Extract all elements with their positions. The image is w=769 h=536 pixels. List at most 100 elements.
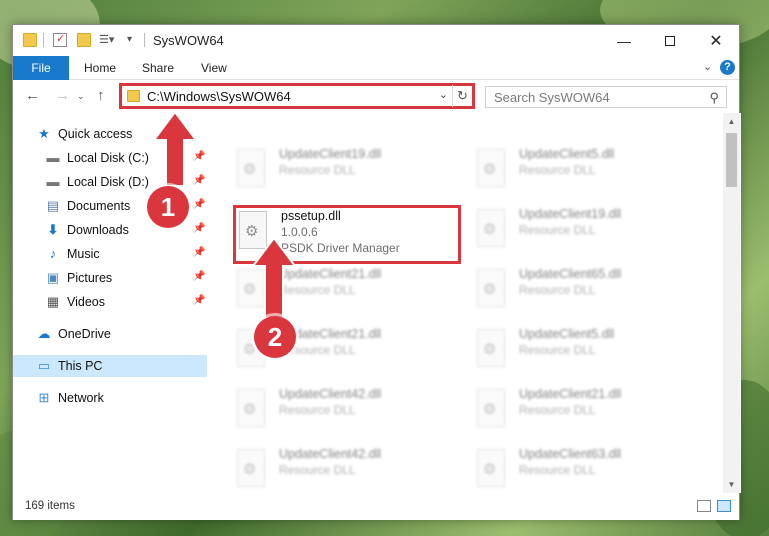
sidebar-item-onedrive[interactable]: ☁ OneDrive	[13, 323, 207, 345]
scroll-thumb[interactable]	[726, 133, 737, 187]
view-options-icon[interactable]: ☰▾	[99, 33, 114, 47]
videos-icon: ▦	[46, 294, 60, 309]
recent-locations-icon[interactable]: ⌄	[77, 91, 85, 102]
item-count: 169 items	[25, 500, 75, 512]
properties-icon[interactable]: ✓	[53, 33, 67, 47]
expand-ribbon-icon[interactable]: ⌄	[703, 60, 712, 73]
dll-file-icon: ⚙	[477, 269, 505, 307]
tab-view[interactable]: View	[201, 56, 227, 80]
file-name: UpdateClient21.dll	[279, 267, 382, 281]
music-icon: ♪	[49, 246, 57, 261]
sidebar-item-music[interactable]: ♪ Music 📌	[13, 243, 207, 265]
sidebar-item-label: OneDrive	[58, 327, 111, 341]
cloud-icon: ☁	[37, 326, 51, 341]
computer-icon: ▭	[37, 358, 51, 373]
list-item[interactable]: ⚙ UpdateClient19.dll Resource DLL	[233, 145, 461, 193]
file-explorer-window: ✓ ☰▾ ▾ SysWOW64 — ✕ File Home Share View…	[12, 24, 741, 520]
refresh-icon[interactable]: ↻	[452, 85, 472, 107]
toolbar-separator	[43, 33, 44, 47]
file-type: Resource DLL	[279, 403, 356, 417]
sidebar-item-this-pc[interactable]: ▭ This PC	[13, 355, 207, 377]
file-name: UpdateClient5.dll	[519, 327, 615, 341]
forward-icon[interactable]: →	[55, 87, 70, 104]
address-bar[interactable]: C:\Windows\SysWOW64 ⌄ ↻	[119, 83, 475, 109]
new-folder-icon[interactable]	[77, 33, 91, 47]
tab-share[interactable]: Share	[142, 56, 174, 80]
scroll-down-icon[interactable]: ▼	[723, 476, 740, 493]
sidebar-item-label: This PC	[58, 359, 103, 373]
search-icon[interactable]: ⚲	[709, 90, 719, 106]
tab-home[interactable]: Home	[84, 56, 116, 80]
gear-icon: ⚙	[483, 461, 497, 478]
up-icon[interactable]: ↑	[97, 87, 105, 104]
dll-file-icon: ⚙	[477, 149, 505, 187]
file-type: Resource DLL	[519, 343, 596, 357]
drive-icon: ▬	[46, 150, 60, 165]
address-path[interactable]: C:\Windows\SysWOW64	[147, 89, 291, 104]
sidebar-item-local-disk-c[interactable]: ▬ Local Disk (C:) 📌	[13, 147, 207, 169]
step-1-badge: 1	[147, 186, 189, 228]
file-name: UpdateClient65.dll	[519, 267, 622, 281]
sidebar-item-pictures[interactable]: ▣ Pictures 📌	[13, 267, 207, 289]
toolbar-separator	[144, 33, 145, 47]
tab-file[interactable]: File	[13, 56, 69, 80]
list-item[interactable]: ⚙ UpdateClient5.dll Resource DLL	[473, 145, 701, 193]
drive-icon: ▬	[46, 174, 60, 189]
file-type: Resource DLL	[519, 403, 596, 417]
sidebar-item-network[interactable]: ⊞ Network	[13, 387, 207, 409]
sidebar-item-label: Pictures	[67, 271, 113, 285]
sidebar-item-quick-access[interactable]: ★ Quick access	[13, 123, 207, 145]
gear-icon: ⚙	[483, 281, 497, 298]
chevron-down-icon[interactable]: ⌄	[439, 88, 448, 101]
sidebar-item-label: Quick access	[58, 127, 133, 141]
highlight-box	[233, 205, 461, 264]
back-icon[interactable]: ←	[25, 87, 40, 104]
dll-file-icon: ⚙	[477, 209, 505, 247]
file-type: Resource DLL	[279, 463, 356, 477]
minimize-button[interactable]: —	[601, 25, 647, 56]
sidebar-item-label: Documents	[67, 199, 131, 213]
list-item[interactable]: ⚙ UpdateClient42.dll Resource DLL	[233, 385, 461, 433]
list-item[interactable]: ⚙ UpdateClient63.dll Resource DLL	[473, 445, 701, 493]
sidebar-item-videos[interactable]: ▦ Videos 📌	[13, 291, 207, 313]
list-item[interactable]: ⚙ UpdateClient5.dll Resource DLL	[473, 325, 701, 373]
pin-icon[interactable]: 📌	[193, 295, 205, 306]
file-name: UpdateClient63.dll	[519, 447, 622, 461]
file-type: Resource DLL	[519, 283, 596, 297]
maximize-button[interactable]	[647, 25, 693, 56]
list-item[interactable]: ⚙ UpdateClient65.dll Resource DLL	[473, 265, 701, 313]
large-icons-view-icon[interactable]	[717, 500, 731, 512]
file-name: UpdateClient19.dll	[519, 207, 622, 221]
pin-icon[interactable]: 📌	[193, 223, 205, 234]
dll-file-icon: ⚙	[237, 389, 265, 427]
help-icon[interactable]: ?	[720, 60, 735, 75]
dll-file-icon: ⚙	[237, 449, 265, 487]
close-button[interactable]: ✕	[693, 25, 739, 56]
vertical-scrollbar[interactable]: ▲ ▼	[723, 113, 740, 493]
gear-icon: ⚙	[243, 401, 257, 418]
dll-file-icon: ⚙	[477, 329, 505, 367]
pin-icon[interactable]: 📌	[193, 151, 205, 162]
list-item[interactable]: ⚙ UpdateClient42.dll Resource DLL	[233, 445, 461, 493]
sidebar-item-label: Videos	[67, 295, 105, 309]
customize-toolbar-icon[interactable]: ▾	[127, 33, 141, 47]
list-item[interactable]: ⚙ UpdateClient21.dll Resource DLL	[473, 385, 701, 433]
gear-icon: ⚙	[483, 221, 497, 238]
file-type: Resource DLL	[279, 163, 356, 177]
search-input[interactable]: Search SysWOW64	[494, 90, 610, 105]
pin-icon[interactable]: 📌	[193, 199, 205, 210]
pin-icon[interactable]: 📌	[193, 175, 205, 186]
scroll-up-icon[interactable]: ▲	[723, 113, 740, 130]
details-view-icon[interactable]	[697, 500, 711, 512]
gear-icon: ⚙	[483, 161, 497, 178]
gear-icon: ⚙	[483, 341, 497, 358]
file-name: UpdateClient42.dll	[279, 447, 382, 461]
list-item[interactable]: ⚙ UpdateClient21.dll Resource DLL	[233, 265, 461, 313]
search-box[interactable]: Search SysWOW64 ⚲	[485, 86, 727, 108]
pin-icon[interactable]: 📌	[193, 247, 205, 258]
list-item[interactable]: ⚙ UpdateClient19.dll Resource DLL	[473, 205, 701, 253]
title-bar: ✓ ☰▾ ▾ SysWOW64 — ✕	[13, 25, 739, 56]
navigation-bar: ← → ⌄ ↑ C:\Windows\SysWOW64 ⌄ ↻ Search S…	[13, 81, 739, 113]
file-type: Resource DLL	[519, 223, 596, 237]
pin-icon[interactable]: 📌	[193, 271, 205, 282]
